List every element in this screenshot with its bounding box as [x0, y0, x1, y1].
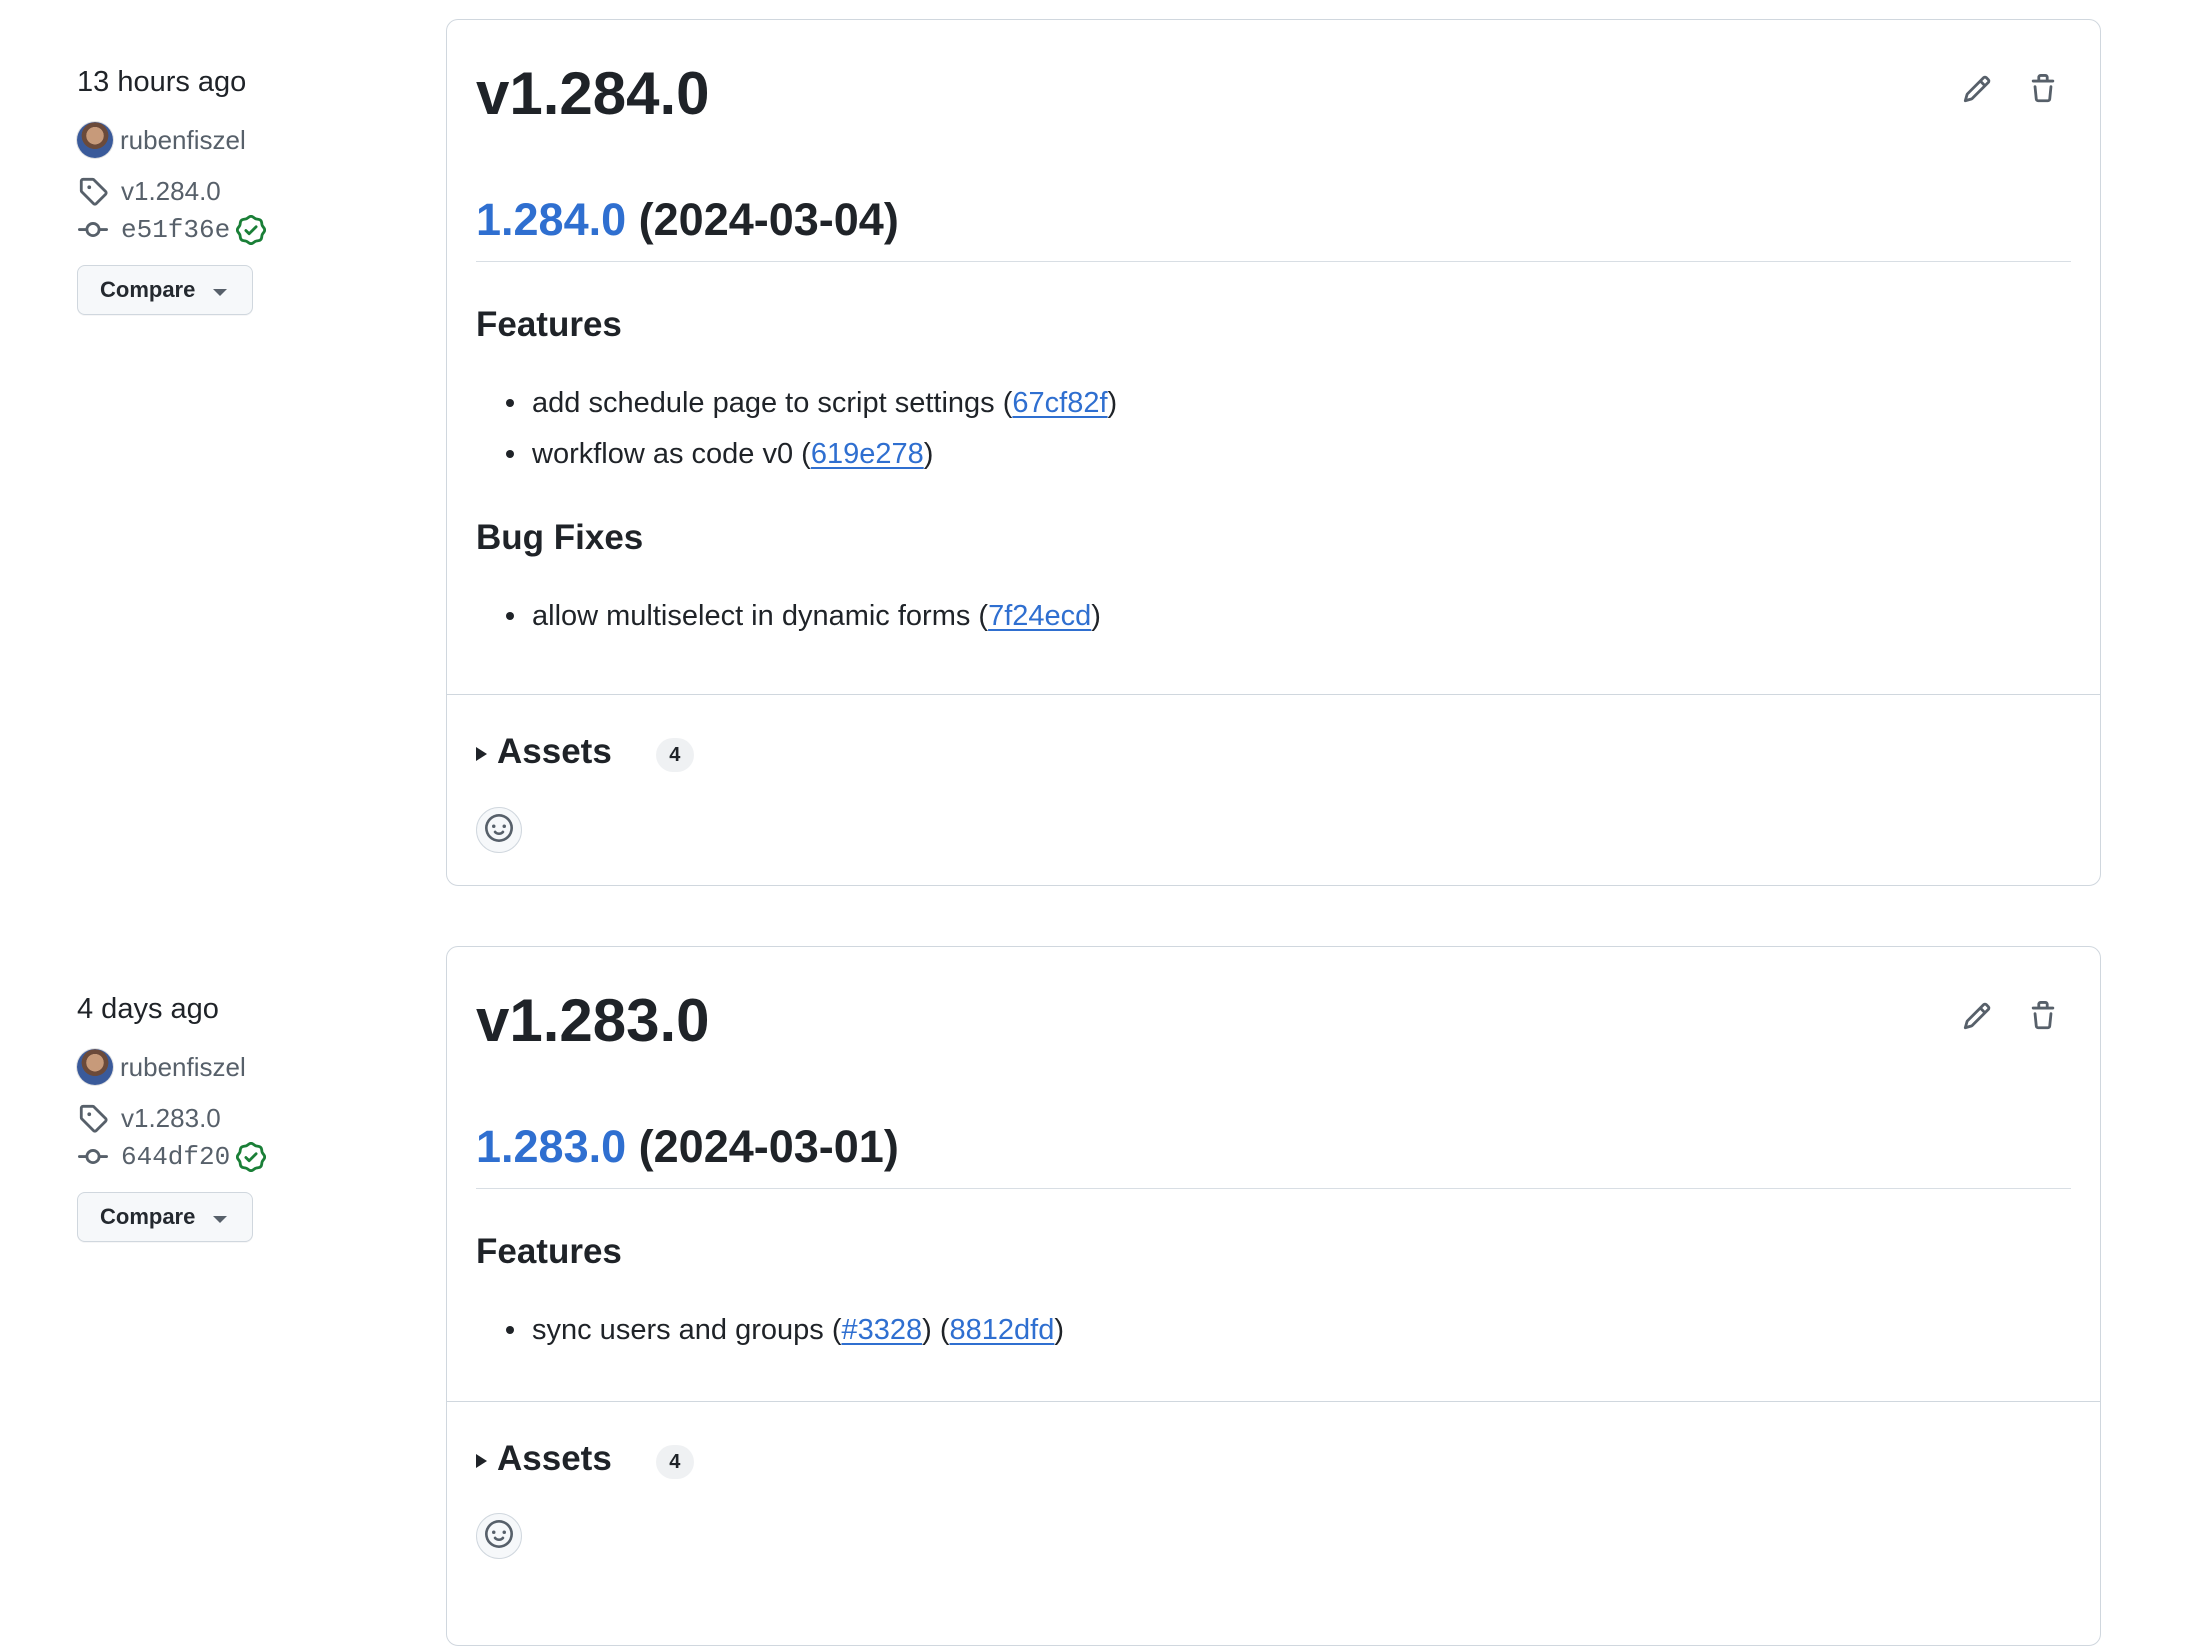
- assets-count-badge: 4: [655, 738, 694, 772]
- commit-link[interactable]: 8812dfd: [950, 1310, 1055, 1350]
- commit-sha[interactable]: 644df20: [121, 1142, 230, 1172]
- commit-icon: [77, 1141, 109, 1173]
- tag-name[interactable]: v1.284.0: [121, 176, 221, 207]
- commit-link[interactable]: 7f24ecd: [988, 596, 1091, 636]
- compare-button[interactable]: Compare: [77, 265, 253, 315]
- tag-name[interactable]: v1.283.0: [121, 1103, 221, 1134]
- assets-count-badge: 4: [655, 1445, 694, 1479]
- chevron-down-icon: [213, 288, 228, 296]
- version-link[interactable]: 1.284.0: [476, 194, 626, 245]
- smiley-icon: [485, 1519, 513, 1553]
- triangle-right-icon: [476, 747, 487, 761]
- bullet: [506, 612, 514, 620]
- release-time: 4 days ago: [77, 993, 219, 1025]
- list-item: allow multiselect in dynamic forms (7f24…: [506, 596, 1101, 636]
- divider: [447, 1401, 2100, 1402]
- assets-toggle[interactable]: Assets 4: [476, 1437, 694, 1481]
- release-commit[interactable]: e51f36e: [77, 212, 267, 248]
- release-time: 13 hours ago: [77, 66, 247, 98]
- compare-label: Compare: [100, 277, 196, 302]
- verified-icon[interactable]: [236, 1142, 267, 1172]
- add-reaction-button[interactable]: [476, 1513, 522, 1559]
- compare-button[interactable]: Compare: [77, 1192, 253, 1242]
- version-link[interactable]: 1.283.0: [476, 1121, 626, 1172]
- commit-link[interactable]: 619e278: [811, 434, 924, 474]
- compare-label: Compare: [100, 1204, 196, 1229]
- release-author[interactable]: rubenfiszel: [77, 1048, 246, 1086]
- tag-icon: [77, 175, 109, 207]
- release-card: v1.284.0 1.284.0 (2024-03-04) Features a…: [446, 19, 2101, 886]
- smiley-icon: [485, 813, 513, 847]
- delete-release-button[interactable]: [2024, 999, 2062, 1037]
- author-name[interactable]: rubenfiszel: [120, 1052, 246, 1083]
- section-heading-bug-fixes: Bug Fixes: [476, 518, 644, 557]
- version-date: (2024-03-01): [638, 1121, 899, 1172]
- release-tag[interactable]: v1.284.0: [77, 173, 221, 209]
- avatar[interactable]: [77, 122, 113, 158]
- add-reaction-button[interactable]: [476, 807, 522, 853]
- assets-label: Assets: [497, 1439, 612, 1478]
- release-actions: [1958, 72, 2062, 110]
- triangle-right-icon: [476, 1454, 487, 1468]
- assets-label: Assets: [497, 732, 612, 771]
- tag-icon: [77, 1102, 109, 1134]
- pencil-icon: [1962, 74, 1992, 109]
- list-item: add schedule page to script settings (67…: [506, 383, 1117, 423]
- list-item: sync users and groups (#3328) (8812dfd): [506, 1310, 1064, 1350]
- author-name[interactable]: rubenfiszel: [120, 125, 246, 156]
- edit-release-button[interactable]: [1958, 999, 1996, 1037]
- avatar[interactable]: [77, 1049, 113, 1085]
- commit-sha[interactable]: e51f36e: [121, 215, 230, 245]
- divider: [447, 694, 2100, 695]
- section-heading-features: Features: [476, 1232, 622, 1271]
- pencil-icon: [1962, 1001, 1992, 1036]
- commit-link[interactable]: 67cf82f: [1012, 383, 1107, 423]
- bullet: [506, 450, 514, 458]
- section-heading-features: Features: [476, 305, 622, 344]
- divider: [476, 261, 2071, 262]
- trash-icon: [2028, 73, 2058, 109]
- verified-icon[interactable]: [236, 215, 267, 245]
- release-actions: [1958, 999, 2062, 1037]
- bullet: [506, 399, 514, 407]
- list-item: workflow as code v0 (619e278): [506, 434, 933, 474]
- release-title[interactable]: v1.283.0: [476, 983, 710, 1059]
- release-title[interactable]: v1.284.0: [476, 56, 710, 132]
- edit-release-button[interactable]: [1958, 72, 1996, 110]
- divider: [476, 1188, 2071, 1189]
- version-date: (2024-03-04): [638, 194, 899, 245]
- release-author[interactable]: rubenfiszel: [77, 121, 246, 159]
- commit-icon: [77, 214, 109, 246]
- chevron-down-icon: [213, 1215, 228, 1223]
- bullet: [506, 1326, 514, 1334]
- release-commit[interactable]: 644df20: [77, 1139, 267, 1175]
- assets-toggle[interactable]: Assets 4: [476, 730, 694, 774]
- version-heading: 1.283.0 (2024-03-01): [476, 1119, 899, 1175]
- release-tag[interactable]: v1.283.0: [77, 1100, 221, 1136]
- pull-request-link[interactable]: #3328: [841, 1310, 922, 1350]
- version-heading: 1.284.0 (2024-03-04): [476, 192, 899, 248]
- trash-icon: [2028, 1000, 2058, 1036]
- delete-release-button[interactable]: [2024, 72, 2062, 110]
- release-card: v1.283.0 1.283.0 (2024-03-01) Features s…: [446, 946, 2101, 1646]
